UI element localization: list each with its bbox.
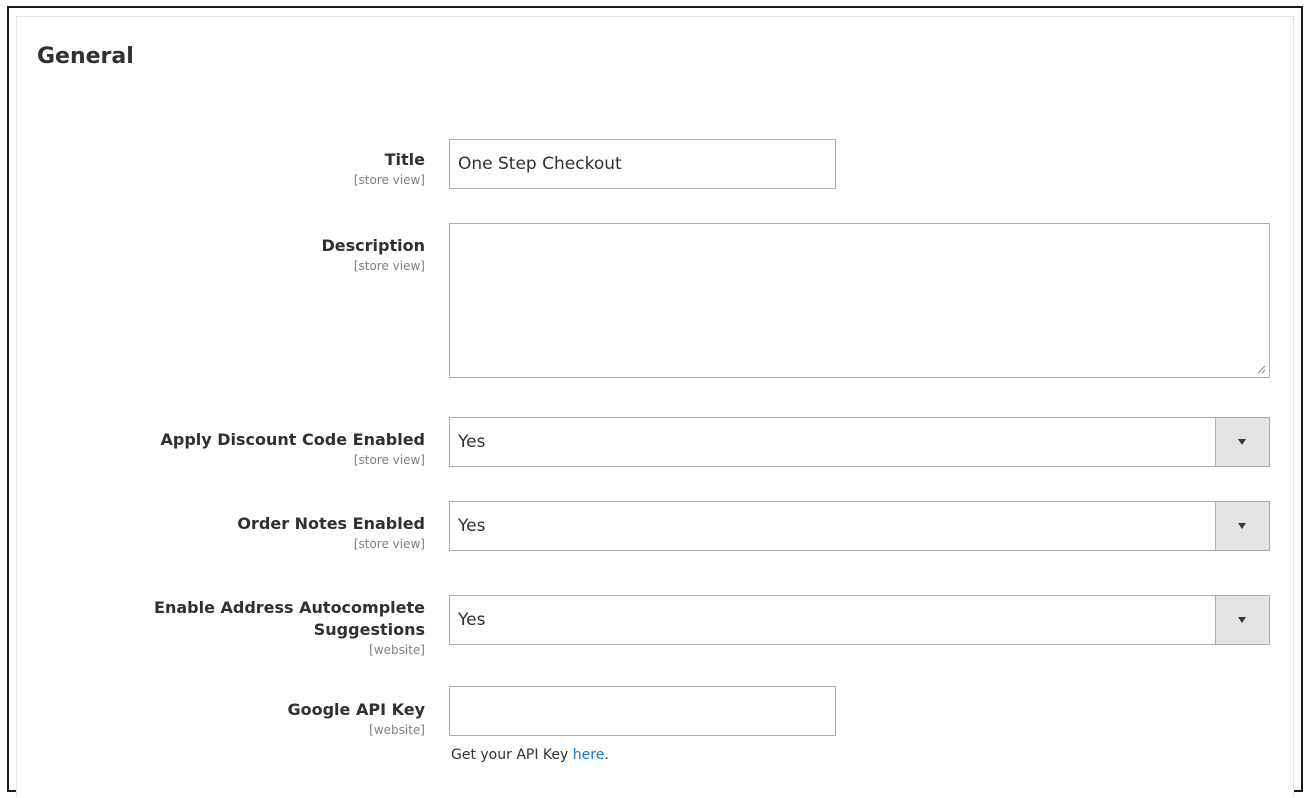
resize-handle-icon[interactable] bbox=[1256, 364, 1266, 374]
order-notes-label-group: Order Notes Enabled [store view] bbox=[65, 513, 425, 553]
caret-down-icon bbox=[1238, 523, 1246, 529]
description-scope: [store view] bbox=[353, 259, 425, 273]
title-label-group: Title [store view] bbox=[65, 149, 425, 189]
address-autocomplete-select[interactable]: Yes bbox=[449, 595, 1270, 645]
api-key-note: Get your API Key here. bbox=[451, 745, 609, 765]
config-panel bbox=[16, 16, 1294, 796]
apply-discount-value: Yes bbox=[458, 432, 486, 452]
apply-discount-select[interactable]: Yes bbox=[449, 417, 1270, 467]
apply-discount-dropdown-button[interactable] bbox=[1215, 418, 1269, 466]
caret-down-icon bbox=[1238, 617, 1246, 623]
section-title: General bbox=[37, 44, 134, 69]
api-key-note-prefix: Get your API Key bbox=[451, 747, 573, 763]
apply-discount-label-group: Apply Discount Code Enabled [store view] bbox=[65, 429, 425, 469]
apply-discount-label: Apply Discount Code Enabled bbox=[160, 430, 425, 449]
api-key-here-link[interactable]: here bbox=[573, 747, 605, 763]
apply-discount-scope: [store view] bbox=[353, 453, 425, 467]
google-api-key-scope: [website] bbox=[369, 723, 425, 737]
order-notes-scope: [store view] bbox=[353, 537, 425, 551]
google-api-key-label: Google API Key bbox=[287, 700, 425, 719]
google-api-key-label-group: Google API Key [website] bbox=[65, 699, 425, 739]
description-textarea[interactable] bbox=[449, 223, 1270, 378]
address-autocomplete-label-group: Enable Address Autocomplete Suggestions … bbox=[65, 597, 425, 659]
order-notes-label: Order Notes Enabled bbox=[237, 514, 425, 533]
title-scope: [store view] bbox=[353, 173, 425, 187]
google-api-key-input[interactable] bbox=[449, 686, 836, 736]
order-notes-value: Yes bbox=[458, 516, 486, 536]
order-notes-dropdown-button[interactable] bbox=[1215, 502, 1269, 550]
title-label: Title bbox=[384, 150, 425, 169]
address-autocomplete-value: Yes bbox=[458, 610, 486, 630]
title-input[interactable]: One Step Checkout bbox=[449, 139, 836, 189]
address-autocomplete-label-line2: Suggestions bbox=[313, 620, 425, 639]
caret-down-icon bbox=[1238, 439, 1246, 445]
api-key-note-suffix: . bbox=[604, 747, 609, 763]
address-autocomplete-dropdown-button[interactable] bbox=[1215, 596, 1269, 644]
order-notes-select[interactable]: Yes bbox=[449, 501, 1270, 551]
address-autocomplete-label-line1: Enable Address Autocomplete bbox=[154, 598, 425, 617]
description-label: Description bbox=[321, 236, 425, 255]
address-autocomplete-scope: [website] bbox=[369, 643, 425, 657]
description-label-group: Description [store view] bbox=[65, 235, 425, 275]
